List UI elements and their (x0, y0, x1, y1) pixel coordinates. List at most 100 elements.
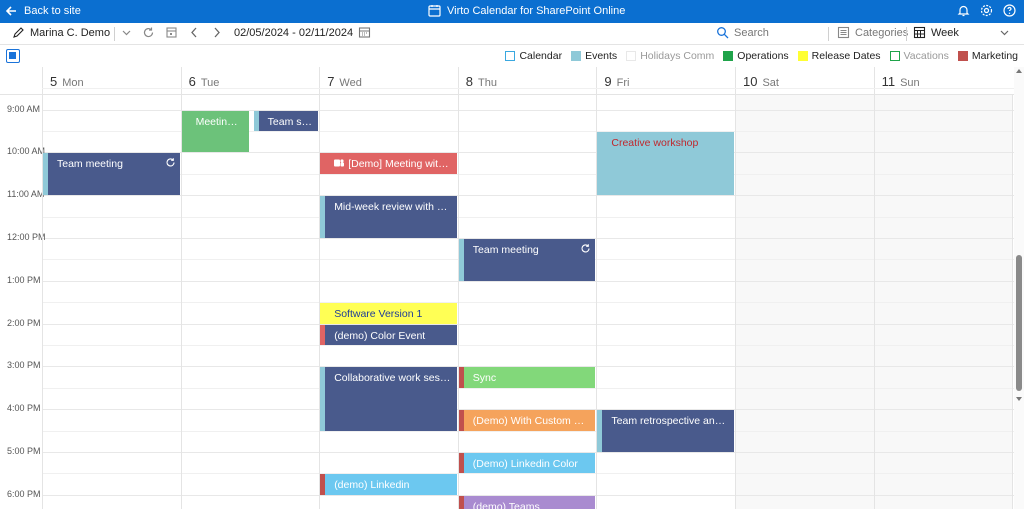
calendar-event[interactable]: Creative workshop (597, 131, 734, 196)
event-title: Team meeting (57, 158, 123, 171)
calendar-event[interactable]: Meeting wi... (181, 110, 249, 153)
calendar-picker-icon (359, 27, 371, 38)
edit-icon (13, 27, 24, 38)
half-hour-line (42, 430, 1014, 432)
calendar-event[interactable]: Team retrospective and pla... (597, 410, 734, 452)
time-label: 5:00 PM (7, 445, 41, 456)
calendar-event[interactable]: (demo) Teams (458, 495, 596, 509)
legend-item[interactable]: Events (571, 50, 617, 62)
categories-button[interactable]: Categories (837, 26, 908, 39)
date-range-picker[interactable]: 02/05/2024 - 02/11/2024 (234, 26, 371, 39)
app-title-text: Virto Calendar for SharePoint Online (447, 4, 626, 17)
category-legend: Calendar Events Holidays Comm Operations Rel… (0, 46, 1024, 67)
app-title: Virto Calendar for SharePoint Online (428, 4, 625, 17)
legend-item[interactable]: Vacations (889, 50, 949, 62)
today-button[interactable] (165, 26, 178, 39)
help-icon[interactable] (1003, 4, 1016, 17)
day-header-wed[interactable]: 7 Wed (319, 67, 458, 95)
day-number: 9 (604, 74, 612, 89)
day-header-thu[interactable]: 8 Thu (457, 67, 597, 95)
scroll-up-arrow[interactable] (1016, 69, 1022, 73)
refresh-button[interactable] (142, 26, 155, 39)
hour-line (42, 323, 1014, 325)
event-title: (demo) Teams (472, 500, 540, 509)
calendar-event[interactable]: (Demo) Linkedin Color (458, 452, 596, 474)
event-title: [Demo] Meeting with Kris (348, 158, 457, 171)
back-to-site-label: Back to site (24, 5, 81, 17)
legend-label: Events (585, 50, 618, 62)
view-dropdown-toggle[interactable] (998, 26, 1011, 39)
gear-icon[interactable] (980, 4, 993, 17)
chevron-down-icon (1000, 30, 1009, 36)
calendar-event[interactable]: (demo) Linkedin (320, 474, 457, 495)
day-number: 5 (50, 74, 58, 89)
calendar-event[interactable]: Software Version 1 (320, 303, 457, 324)
day-number: 11 (881, 74, 896, 89)
calendar-event[interactable]: Team stan... (253, 110, 319, 131)
legend-swatch (505, 51, 516, 61)
search-icon (717, 27, 729, 39)
legend-label: Calendar (519, 50, 563, 62)
recurring-icon (581, 244, 590, 253)
calendar-event[interactable]: Mid-week review with man... (320, 196, 457, 238)
event-title: Collaborative work session... (334, 372, 457, 385)
half-hour-line (42, 387, 1014, 389)
categories-label: Categories (855, 26, 909, 39)
user-dropdown-toggle[interactable] (120, 26, 133, 39)
legend-item[interactable]: Release Dates (797, 50, 881, 62)
half-hour-line (42, 473, 1014, 475)
calendar-event[interactable]: Sync (458, 367, 596, 388)
legend-label: Release Dates (811, 50, 881, 62)
calendar-event[interactable]: Team meeting (43, 153, 180, 196)
legend-item[interactable]: Operations (723, 50, 789, 62)
vertical-scrollbar[interactable] (1014, 67, 1024, 509)
day-header-tue[interactable]: 6 Tue (180, 67, 320, 95)
day-divider (735, 95, 736, 509)
categories-icon (837, 26, 850, 39)
event-title: (Demo) With Custom Color (472, 415, 596, 428)
day-number: 6 (188, 74, 196, 89)
calendar-event[interactable]: [Demo] Meeting with Kris (320, 153, 457, 174)
day-number: 10 (743, 74, 758, 89)
user-selector[interactable]: Marina C. Demo (12, 26, 110, 39)
event-title: Team meeting (472, 243, 539, 256)
day-divider (457, 95, 459, 509)
bell-icon[interactable] (957, 4, 970, 17)
day-header-mon[interactable]: 5 Mon (42, 67, 181, 95)
calendar-event[interactable]: Collaborative work session... (320, 367, 457, 431)
user-name: Marina C. Demo (30, 26, 111, 39)
legend-swatch (723, 51, 734, 61)
calendar-event[interactable]: (Demo) With Custom Color (458, 410, 596, 431)
legend-item[interactable]: Holidays Comm (626, 50, 714, 62)
next-week-button[interactable] (210, 26, 223, 39)
day-header-row: 5 Mon 6 Tue 7 Wed 8 Thu 9 Fri 10 Sat 11 Sun (0, 67, 1014, 95)
day-number: 8 (465, 74, 474, 89)
time-grid[interactable]: 9:00 AM 10:00 AM 11:00 AM 12:00 PM 1:00 PM 2:… (0, 88, 1014, 509)
day-header-sat[interactable]: 10 Sat (735, 67, 874, 95)
calendar-toolbar: Marina C. Demo 02/05/2024 - 02/11/2024 S… (0, 23, 1024, 45)
chevron-left-icon (191, 27, 197, 38)
time-label: 12:00 PM (7, 231, 46, 242)
legend-item[interactable]: Marketing (957, 50, 1018, 62)
back-to-site-link[interactable]: Back to site (4, 4, 81, 18)
hour-line (42, 195, 1014, 197)
view-selector[interactable]: Week (913, 26, 959, 39)
event-title: Meeting wi... (195, 115, 249, 128)
half-hour-line (42, 302, 1014, 304)
event-title: Sync (472, 372, 497, 385)
event-title: (demo) Color Event (334, 329, 426, 342)
day-header-fri[interactable]: 9 Fri (596, 67, 735, 95)
select-all-checkbox[interactable] (6, 49, 20, 63)
day-header-sun[interactable]: 11 Sun (873, 67, 1013, 95)
scroll-down-arrow[interactable] (1016, 397, 1022, 401)
calendar-event[interactable]: Team meeting (458, 238, 596, 281)
prev-week-button[interactable] (188, 26, 201, 39)
recurring-icon (166, 158, 175, 167)
teams-icon (334, 158, 345, 168)
scroll-thumb[interactable] (1016, 255, 1022, 391)
arrow-left-icon (5, 6, 16, 16)
search-box[interactable]: Search (716, 26, 769, 39)
calendar-event[interactable]: (demo) Color Event (320, 324, 457, 345)
week-calendar: 5 Mon 6 Tue 7 Wed 8 Thu 9 Fri 10 Sat 11 Sun 9:00 AM 10… (0, 67, 1014, 509)
legend-item[interactable]: Calendar (505, 50, 562, 62)
